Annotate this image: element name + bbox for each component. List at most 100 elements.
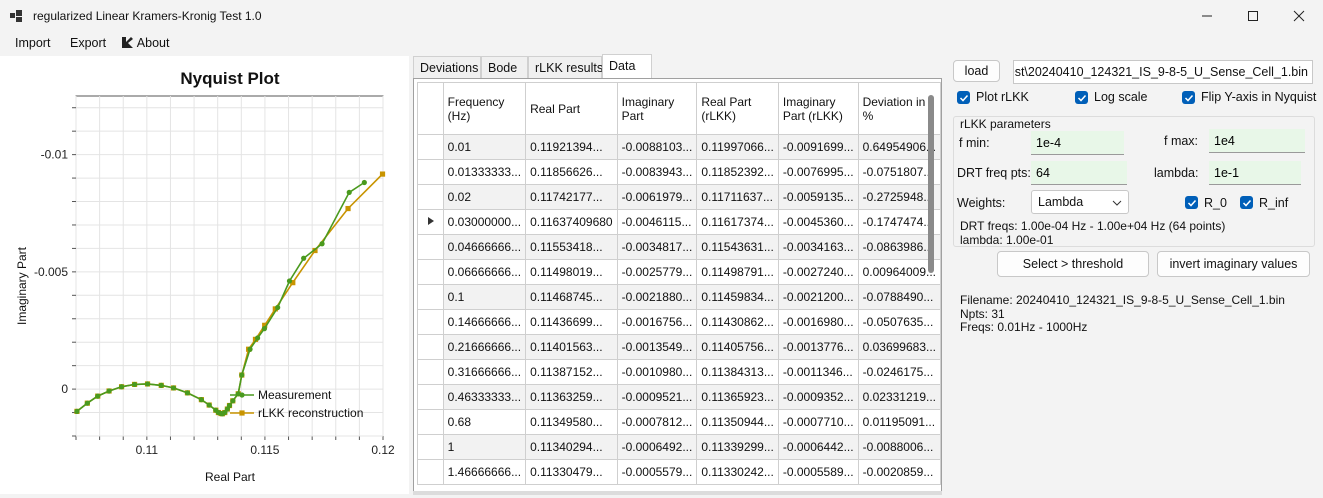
row-header[interactable] [417,434,444,460]
table-cell[interactable]: 0.11921394... [525,134,618,160]
minimize-button[interactable] [1184,0,1230,32]
table-cell[interactable]: 0.11340294... [525,434,618,460]
table-cell[interactable]: -0.0091699... [777,134,859,160]
tab-deviations[interactable]: Deviations [413,56,481,78]
table-cell[interactable]: -0.0010980... [616,359,698,385]
table-row[interactable]: 0.04666666... 0.11553418... -0.0034817... 0… [417,234,941,260]
table-cell[interactable]: -0.0027240... [777,259,859,285]
table-cell[interactable]: 0.01 [442,134,527,160]
menu-about[interactable]: About [121,36,169,50]
table-row[interactable]: 0.01 0.11921394... -0.0088103... 0.11997066… [417,134,941,160]
table-cell[interactable]: -0.0016756... [616,309,698,335]
table-cell[interactable]: -0.0061979... [616,184,698,210]
row-header[interactable] [417,284,444,310]
row-header[interactable] [417,334,444,360]
row-header[interactable] [417,209,444,235]
row-header[interactable] [417,384,444,410]
table-cell[interactable]: 0.02331219... [857,384,941,410]
table-cell[interactable]: -0.0788490... [857,284,941,310]
table-row[interactable]: 0.1 0.11468745... -0.0021880... 0.11459834.… [417,284,941,310]
table-cell[interactable]: -0.0016980... [777,309,859,335]
table-cell[interactable]: 0.11387152... [525,359,618,385]
table-row[interactable]: 0.21666666... 0.11401563... -0.0013549... 0… [417,334,941,360]
fmin-input[interactable] [1031,131,1124,155]
lambda-input[interactable] [1209,161,1301,185]
table-cell[interactable]: 0.11637409680 [525,209,618,235]
table-row[interactable]: 1.46666666... 0.11330479... -0.0005579... 0… [417,459,941,485]
row-header[interactable] [417,459,444,485]
table-cell[interactable]: 0.01195091... [857,409,941,435]
table-cell[interactable]: -0.0011346... [777,359,859,385]
table-cell[interactable]: -0.0013776... [777,334,859,360]
table-row[interactable]: 0.68 0.11349580... -0.0007812... 0.11350944… [417,409,941,435]
table-cell[interactable]: -0.0034817... [616,234,698,260]
table-cell[interactable]: 0.31666666... [442,359,527,385]
table-cell[interactable]: -0.0005579... [616,459,698,485]
table-cell[interactable]: 0.11856626... [525,159,618,185]
r0-checkbox[interactable] [1185,196,1198,209]
table-cell[interactable]: 0.11711637... [696,184,779,210]
table-cell[interactable]: 0.46333333... [442,384,527,410]
plot-rlkk-checkbox[interactable] [957,91,970,104]
table-cell[interactable]: -0.0507635... [857,309,941,335]
row-header[interactable] [417,234,444,260]
row-header[interactable] [417,359,444,385]
table-cell[interactable]: -0.0076995... [777,159,859,185]
table-row[interactable]: 0.06666666... 0.11498019... -0.0025779... 0… [417,259,941,285]
table-cell[interactable]: 0.11543631... [696,234,779,260]
tab-bode[interactable]: Bode [481,56,528,78]
horizontal-scrollbar[interactable] [413,491,942,495]
table-cell[interactable]: 0.11468745... [525,284,618,310]
table-row[interactable]: 0.14666666... 0.11436699... -0.0016756... 0… [417,309,941,335]
table-cell[interactable]: -0.0021200... [777,284,859,310]
table-cell[interactable]: -0.0021880... [616,284,698,310]
row-header[interactable] [417,309,444,335]
table-row[interactable]: 0.01333333... 0.11856626... -0.0083943... 0… [417,159,941,185]
table-cell[interactable]: 0.03000000... [442,209,527,235]
table-cell[interactable]: 0.11436699... [525,309,618,335]
log-scale-checkbox[interactable] [1075,91,1088,104]
fmax-input[interactable] [1209,129,1305,153]
table-row[interactable]: 1 0.11340294... -0.0006492... 0.11339299...… [417,434,941,460]
table-cell[interactable]: -0.0046115... [616,209,698,235]
column-header[interactable]: Imaginary Part [616,82,698,135]
table-cell[interactable]: 0.01333333... [442,159,527,185]
table-cell[interactable]: -0.0246175... [857,359,941,385]
tab-rlkk-results[interactable]: rLKK results [528,56,603,78]
load-button[interactable]: load [953,60,1000,82]
table-row[interactable]: 0.46333333... 0.11363259... -0.0009521... 0… [417,384,941,410]
table-cell[interactable]: -0.0006492... [616,434,698,460]
table-cell[interactable]: 0.11459834... [696,284,779,310]
table-cell[interactable]: 0.11384313... [696,359,779,385]
table-cell[interactable]: -0.0013549... [616,334,698,360]
table-cell[interactable]: 0.68 [442,409,527,435]
rinf-checkbox[interactable] [1240,196,1253,209]
table-cell[interactable]: 0.11330242... [696,459,779,485]
close-button[interactable] [1276,0,1322,32]
column-header[interactable]: Real Part (rLKK) [696,82,779,135]
table-cell[interactable]: 0.11553418... [525,234,618,260]
table-row[interactable]: 0.31666666... 0.11387152... -0.0010980... 0… [417,359,941,385]
table-cell[interactable]: -0.0034163... [777,234,859,260]
table-cell[interactable]: -0.0005589... [777,459,859,485]
table-cell[interactable]: 1 [442,434,527,460]
row-header[interactable] [417,184,444,210]
drt-freq-pts-input[interactable] [1031,161,1127,185]
table-cell[interactable]: 0.11405756... [696,334,779,360]
column-header[interactable]: Frequency (Hz) [442,82,527,135]
row-header[interactable] [417,159,444,185]
table-cell[interactable]: -0.0007812... [616,409,698,435]
maximize-button[interactable] [1230,0,1276,32]
table-cell[interactable]: 0.21666666... [442,334,527,360]
table-cell[interactable]: -0.0009521... [616,384,698,410]
table-row[interactable]: 0.02 0.11742177... -0.0061979... 0.11711637… [417,184,941,210]
table-cell[interactable]: 0.11349580... [525,409,618,435]
column-header[interactable]: Imaginary Part (rLKK) [777,82,859,135]
row-header[interactable] [417,409,444,435]
table-cell[interactable]: 0.11997066... [696,134,779,160]
weights-select[interactable]: Lambda [1031,190,1129,214]
invert-imaginary-button[interactable]: invert imaginary values [1157,251,1310,277]
table-cell[interactable]: 0.11617374... [696,209,779,235]
table-cell[interactable]: -0.0007710... [777,409,859,435]
table-cell[interactable]: 0.03699683... [857,334,941,360]
